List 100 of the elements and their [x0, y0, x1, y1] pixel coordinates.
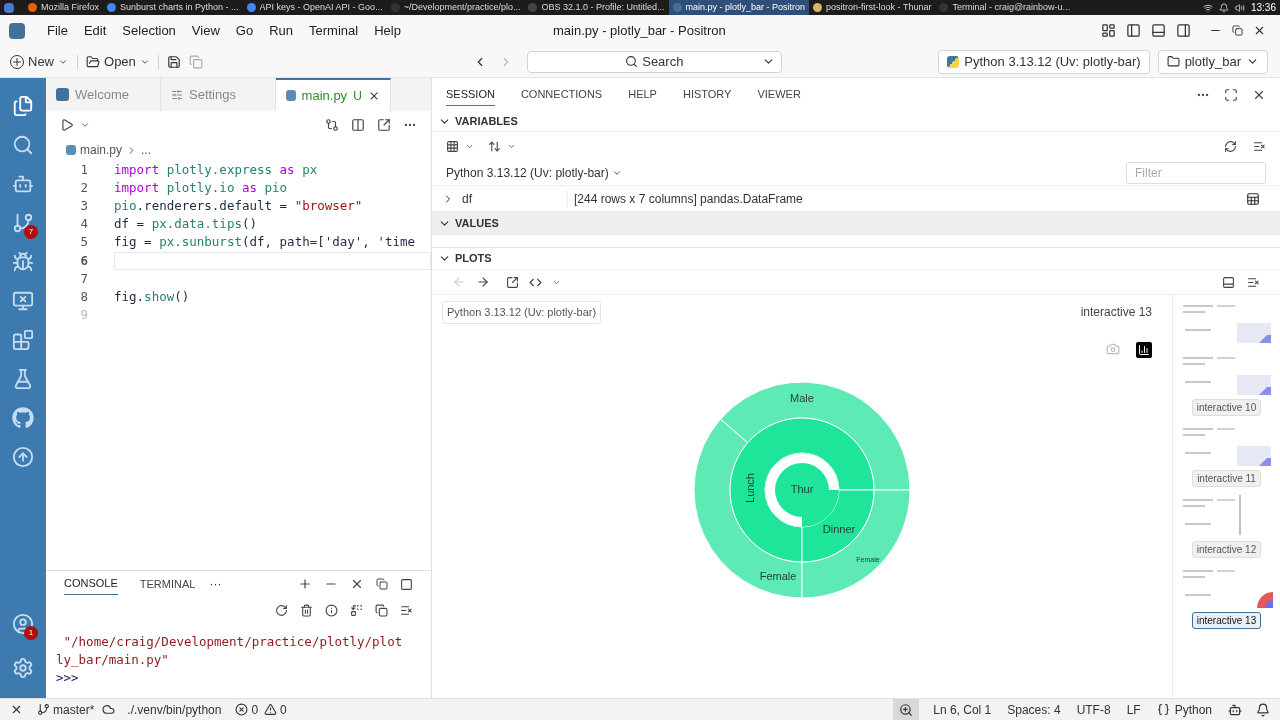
caret-icon[interactable] — [80, 120, 90, 130]
panel-tab[interactable]: VIEWER — [757, 83, 801, 106]
volume-icon[interactable] — [1234, 2, 1245, 13]
add-icon[interactable] — [298, 577, 312, 591]
upload-icon[interactable] — [12, 445, 34, 468]
wifi-icon[interactable] — [1202, 2, 1213, 13]
taskbar-item[interactable]: ~/Development/practice/plo... — [386, 0, 525, 15]
new-button[interactable]: New — [9, 51, 69, 72]
section-header[interactable]: VALUES — [432, 212, 1280, 235]
robot-icon[interactable] — [1228, 702, 1242, 717]
section-header[interactable]: VARIABLES — [432, 111, 1280, 132]
taskbar-item[interactable]: Sunburst charts in Python - ... — [103, 0, 243, 15]
close-icon[interactable] — [1253, 24, 1266, 37]
cursor-position[interactable]: Ln 6, Col 1 — [933, 700, 992, 719]
panel-tab[interactable]: CONNECTIONS — [520, 83, 603, 106]
taskbar-item[interactable]: positron-first-look - Thunar — [809, 0, 936, 15]
panel-tab[interactable]: CONSOLE — [64, 573, 118, 595]
search-icon[interactable] — [12, 133, 34, 156]
problems-button[interactable]: 0 0 — [235, 700, 287, 719]
search-field[interactable]: Search — [526, 50, 782, 73]
clear-icon[interactable] — [1253, 139, 1266, 153]
menu-item[interactable]: Selection — [114, 20, 184, 41]
interpreter-button[interactable]: Python 3.13.12 (Uv: plotly-bar) — [938, 49, 1150, 74]
monitor-icon[interactable] — [12, 289, 34, 312]
layout-icon[interactable] — [1222, 275, 1235, 289]
section-header[interactable]: PLOTS — [432, 248, 1280, 270]
refresh-icon[interactable] — [1224, 139, 1237, 153]
files-icon[interactable] — [12, 94, 34, 117]
line-ending[interactable]: LF — [1126, 700, 1141, 719]
maximize-icon[interactable] — [1224, 87, 1238, 102]
interpreter-status[interactable]: ./.venv/bin/python — [127, 700, 222, 719]
breadcrumb-item[interactable]: ... — [141, 141, 152, 159]
menu-item[interactable]: Edit — [75, 20, 115, 41]
extensions-icon[interactable] — [12, 328, 34, 351]
run-icon[interactable] — [60, 118, 74, 132]
clear-icon[interactable] — [1247, 275, 1260, 289]
indentation[interactable]: Spaces: 4 — [1007, 700, 1061, 719]
zoom-icon[interactable] — [893, 698, 920, 720]
encoding[interactable]: UTF-8 — [1076, 700, 1111, 719]
branch-button[interactable]: master* — [37, 700, 95, 719]
open-button[interactable]: Open — [86, 51, 150, 72]
table-icon[interactable] — [1246, 191, 1260, 206]
notification-icon[interactable] — [1218, 2, 1229, 13]
copy-icon[interactable] — [375, 603, 388, 617]
panel-tab[interactable]: HELP — [628, 83, 657, 106]
menu-item[interactable]: Help — [366, 20, 409, 41]
plot-history-item[interactable]: interactive 11 — [1192, 470, 1261, 487]
flask-icon[interactable] — [12, 367, 34, 390]
sort-icon[interactable] — [488, 139, 501, 153]
panel-bottom-icon[interactable] — [1151, 23, 1166, 38]
bug-icon[interactable] — [12, 250, 34, 273]
clear-icon[interactable] — [400, 603, 413, 617]
menu-item[interactable]: View — [183, 20, 228, 41]
interpreter-dropdown[interactable]: Python 3.13.12 (Uv: plotly-bar) — [446, 163, 622, 182]
chart-icon[interactable] — [1136, 341, 1152, 358]
open-external-icon[interactable] — [506, 275, 519, 289]
compare-icon[interactable] — [325, 118, 339, 132]
maximize-icon[interactable] — [400, 577, 413, 591]
plot-history-item[interactable]: interactive 10 — [1191, 399, 1262, 416]
taskbar-item[interactable]: OBS 32.1.0 - Profile: Untitled... — [524, 0, 669, 15]
taskbar-item[interactable]: API keys - OpenAI API - Goo... — [242, 0, 387, 15]
replace-icon[interactable] — [350, 603, 363, 617]
account-icon[interactable] — [12, 613, 34, 635]
settings-icon[interactable] — [12, 657, 34, 679]
menu-item[interactable]: File — [39, 20, 76, 41]
forward-icon[interactable] — [476, 275, 490, 289]
start-menu-icon[interactable] — [4, 2, 14, 13]
plot-history-item[interactable]: interactive 12 — [1191, 541, 1262, 558]
layout-icon[interactable] — [1101, 23, 1116, 38]
restore-icon[interactable] — [1232, 25, 1243, 36]
trash-icon[interactable] — [300, 603, 313, 617]
split-editor-icon[interactable] — [351, 118, 365, 132]
notification-icon[interactable] — [1256, 702, 1270, 717]
panel-tab[interactable]: SESSION — [446, 83, 495, 106]
taskbar-item[interactable]: main.py - plotly_bar - Positron — [668, 0, 810, 15]
info-icon[interactable] — [325, 603, 338, 617]
language-mode[interactable]: Python — [1156, 700, 1212, 719]
github-icon[interactable] — [12, 406, 34, 429]
open-external-icon[interactable] — [377, 118, 391, 132]
panel-tab[interactable]: TERMINAL — [139, 573, 196, 595]
taskbar-item[interactable]: Terminal - craig@rainbow-u... — [935, 0, 1075, 15]
taskbar-item[interactable]: Mozilla Firefox — [24, 0, 103, 15]
restore-icon[interactable] — [376, 578, 388, 590]
grid-icon[interactable] — [446, 139, 459, 153]
menu-item[interactable]: Go — [227, 20, 262, 41]
panel-left-icon[interactable] — [1126, 23, 1141, 38]
panel-right-icon[interactable] — [1176, 23, 1191, 38]
folder-button[interactable]: plotly_bar — [1157, 49, 1268, 74]
sync-icon[interactable] — [102, 703, 116, 716]
restart-icon[interactable] — [275, 603, 288, 617]
close-icon[interactable] — [350, 577, 364, 591]
more-button[interactable]: ··· — [209, 575, 222, 593]
panel-tab[interactable]: HISTORY — [682, 83, 732, 106]
menu-item[interactable]: Terminal — [301, 20, 367, 41]
editor-tab[interactable]: main.py U — [276, 78, 391, 111]
filter-field[interactable]: Filter — [1126, 161, 1266, 184]
breadcrumb-item[interactable]: main.py — [80, 141, 123, 159]
menu-item[interactable]: Run — [261, 20, 301, 41]
source-control-icon[interactable] — [12, 211, 34, 234]
plot-history-item[interactable]: interactive 13 — [1191, 612, 1262, 629]
